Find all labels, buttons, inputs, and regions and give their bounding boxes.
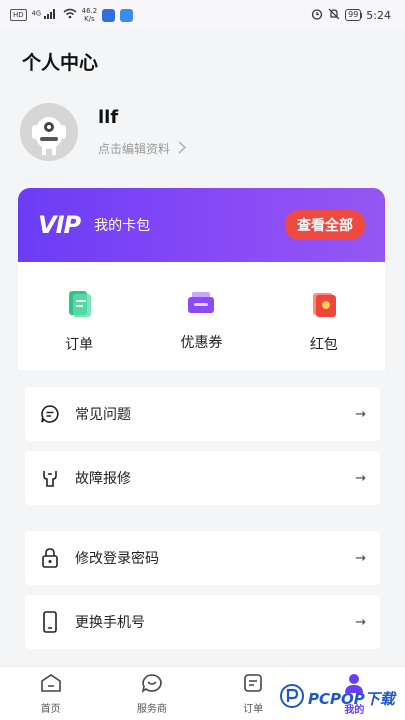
signal-label: 4G — [31, 9, 42, 18]
battery-indicator: 99 — [345, 9, 362, 21]
wifi-icon — [63, 8, 77, 22]
edit-profile-label: 点击编辑资料 — [98, 142, 171, 156]
menu-item-change-phone[interactable]: 更换手机号 → — [25, 595, 380, 649]
status-bar-right: 99 5:24 — [311, 8, 391, 23]
profile-section[interactable]: llf 点击编辑资料 — [20, 103, 187, 161]
cloud-notification-icon — [120, 8, 134, 22]
quick-action-label: 红包 — [309, 337, 338, 353]
order-icon — [243, 673, 263, 697]
chevron-right-icon — [178, 140, 187, 157]
menu-item-label: 修改登录密码 — [75, 551, 159, 567]
arrow-right-icon: → — [355, 550, 366, 566]
order-doc-icon — [66, 290, 92, 322]
menu-item-label: 常见问题 — [75, 407, 131, 423]
menu-item-repair[interactable]: 故障报修 → — [25, 451, 380, 505]
page-title: 个人中心 — [22, 52, 99, 74]
alarm-icon — [311, 8, 323, 23]
watermark: PCPOP下载 — [280, 684, 395, 712]
status-bar: HD 4G 46.2 K/s 99 5:24 — [0, 0, 405, 30]
network-speed: 46.2 K/s — [82, 7, 98, 23]
coupon-icon — [186, 290, 216, 320]
app-notification-icon — [102, 8, 116, 22]
quick-action-orders[interactable]: 订单 — [29, 290, 129, 354]
mute-icon — [328, 8, 340, 23]
quick-actions-panel: 订单 优惠券 红包 — [18, 262, 385, 370]
avatar-robot-icon — [20, 103, 78, 161]
view-all-button[interactable]: 查看全部 — [285, 210, 365, 240]
arrow-right-icon: → — [355, 470, 366, 486]
profile-text: llf 点击编辑资料 — [98, 107, 187, 157]
watermark-text: PCPOP下载 — [308, 689, 395, 708]
nav-label: 首页 — [40, 703, 61, 715]
quick-action-label: 订单 — [65, 337, 94, 353]
vip-card-title: 我的卡包 — [94, 218, 151, 234]
nav-home[interactable]: 首页 — [16, 673, 86, 715]
menu-item-faq[interactable]: 常见问题 → — [25, 387, 380, 441]
menu-item-label: 故障报修 — [75, 471, 131, 487]
signal-icon: 4G — [32, 9, 58, 21]
faq-bubble-icon — [39, 403, 61, 425]
lock-icon — [39, 547, 61, 569]
vip-card[interactable]: VIP 我的卡包 查看全部 — [18, 188, 385, 262]
pcpop-logo-icon — [280, 684, 304, 712]
nav-label: 服务商 — [136, 703, 167, 715]
phone-icon — [39, 611, 61, 633]
edit-profile-link[interactable]: 点击编辑资料 — [98, 140, 187, 157]
repair-wrench-icon — [39, 467, 61, 489]
hd-network-badge: HD — [10, 9, 27, 21]
arrow-right-icon: → — [355, 406, 366, 422]
menu-item-change-password[interactable]: 修改登录密码 → — [25, 531, 380, 585]
nav-orders[interactable]: 订单 — [218, 673, 288, 715]
nav-label: 订单 — [243, 703, 264, 715]
arrow-right-icon: → — [355, 614, 366, 630]
status-bar-left: HD 4G 46.2 K/s — [10, 7, 134, 23]
red-envelope-icon — [310, 290, 338, 322]
quick-action-red-envelope[interactable]: 红包 — [274, 290, 374, 354]
chat-icon — [141, 673, 163, 697]
home-icon — [40, 673, 62, 697]
avatar[interactable] — [20, 103, 78, 161]
clock: 5:24 — [366, 8, 391, 22]
nav-providers[interactable]: 服务商 — [117, 673, 187, 715]
username: llf — [98, 107, 119, 128]
quick-action-coupons[interactable]: 优惠券 — [151, 290, 251, 352]
network-speed-unit: K/s — [84, 15, 95, 23]
menu-item-label: 更换手机号 — [75, 615, 145, 631]
quick-action-label: 优惠券 — [180, 335, 223, 351]
network-speed-value: 46.2 — [81, 7, 98, 15]
vip-logo: VIP — [38, 211, 81, 239]
